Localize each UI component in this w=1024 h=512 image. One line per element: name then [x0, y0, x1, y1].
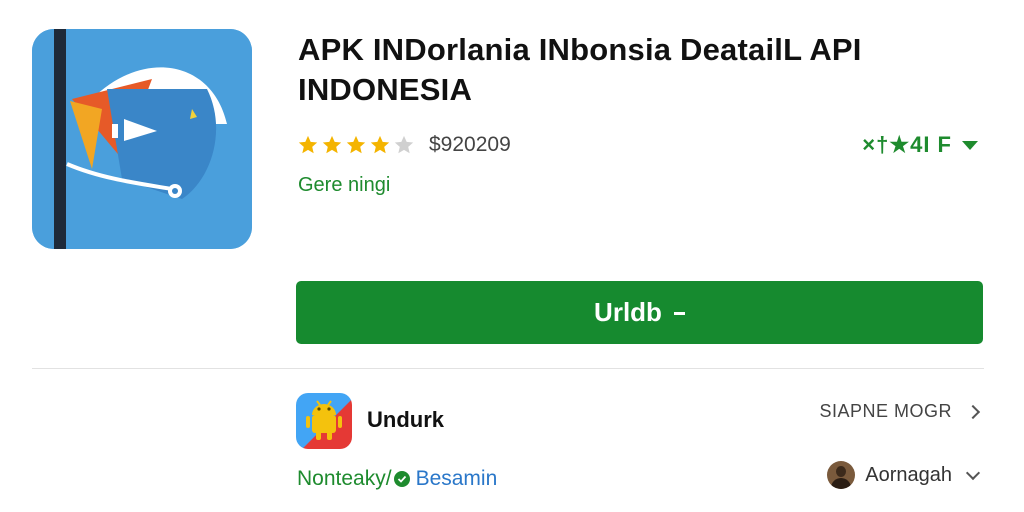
avatar [827, 461, 856, 489]
uninstall-label: Undurk [367, 407, 444, 432]
app-title: APK INDorlania INbonsia DeatailL API IND… [298, 30, 988, 110]
android-icon [296, 393, 352, 449]
app-title-line2: INDONESIA [298, 72, 473, 107]
developer-link[interactable]: Gere ningi [298, 174, 390, 197]
divider [32, 368, 984, 369]
chevron-right-icon [965, 404, 981, 419]
rating-stars [297, 134, 415, 156]
see-more-link[interactable]: SIAPNE MOGR [819, 401, 981, 422]
tags-row: Nonteaky/ Besamin [297, 467, 497, 491]
caret-down-icon [962, 140, 978, 150]
install-button-label: Urldb [594, 297, 662, 327]
star-filled-icon [346, 135, 366, 154]
uninstall-row[interactable]: Undurk SIAPNE MOGR [296, 393, 984, 449]
app-price: $920209 [429, 133, 511, 156]
chevron-down-icon [965, 465, 981, 481]
rating-row: $920209 [297, 131, 511, 159]
user-menu[interactable]: Aornagah [827, 459, 981, 491]
star-filled-icon [370, 135, 390, 154]
see-more-label: SIAPNE MOGR [819, 401, 952, 421]
star-empty-icon [394, 135, 414, 154]
score-value: ×†★4I F [862, 132, 952, 157]
score-dropdown[interactable]: ×†★4I F [862, 131, 978, 159]
app-title-line1: APK INDorlania INbonsia DeatailL API [298, 32, 862, 67]
star-filled-icon [322, 135, 342, 154]
install-button[interactable]: Urldb [296, 281, 983, 344]
verified-check-icon [393, 471, 410, 487]
star-filled-icon [298, 135, 318, 154]
dropdown-dash-icon [673, 312, 685, 315]
user-name: Aornagah [865, 463, 952, 486]
category-tag[interactable]: Nonteaky/ [297, 467, 392, 491]
app-icon [32, 29, 252, 249]
paper-plane-icon [32, 29, 252, 249]
verified-tag[interactable]: Besamin [416, 467, 498, 491]
